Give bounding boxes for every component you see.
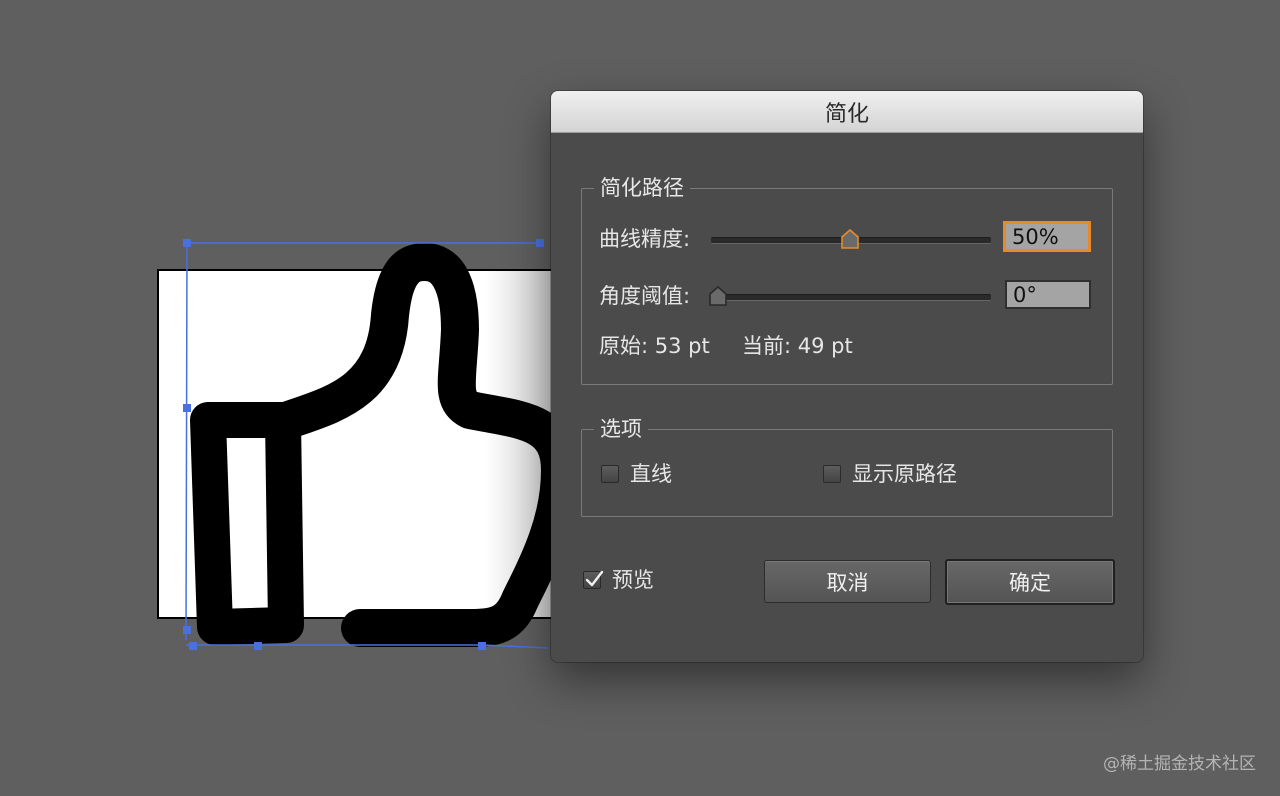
selection-handle (183, 404, 191, 412)
curve-precision-label: 曲线精度: (599, 227, 691, 251)
angle-threshold-slider[interactable] (711, 294, 991, 301)
dialog-title-bar[interactable]: 简化 (551, 91, 1143, 133)
preview-checkbox[interactable] (583, 570, 604, 589)
selection-handle (183, 626, 191, 634)
angle-threshold-field[interactable] (1005, 280, 1091, 309)
cancel-button[interactable]: 取消 (764, 560, 931, 603)
selection-handle (478, 642, 486, 650)
show-original-label[interactable]: 显示原路径 (852, 460, 957, 488)
dialog-title: 简化 (824, 101, 869, 127)
original-point-count: 原始: 53 pt (599, 334, 710, 358)
preview-label[interactable]: 预览 (612, 566, 654, 594)
options-legend: 选项 (594, 415, 648, 443)
watermark: @稀土掘金技术社区 (1103, 754, 1256, 774)
angle-threshold-slider-thumb[interactable] (708, 285, 728, 307)
straight-lines-label[interactable]: 直线 (630, 460, 672, 488)
selection-handle (254, 642, 262, 650)
selection-handle (189, 642, 197, 650)
checkmark-icon (585, 570, 604, 587)
show-original-checkbox[interactable] (823, 465, 841, 483)
simplify-path-legend: 简化路径 (594, 174, 690, 202)
ok-button-label: 确定 (1009, 571, 1051, 595)
ok-button[interactable]: 确定 (945, 559, 1115, 605)
curve-precision-field[interactable] (1004, 222, 1090, 251)
current-point-count: 当前: 49 pt (742, 334, 853, 358)
straight-lines-checkbox[interactable] (601, 465, 619, 483)
cancel-button-label: 取消 (826, 570, 869, 595)
angle-threshold-label: 角度阈值: (599, 284, 691, 308)
selection-handle (536, 239, 544, 247)
curve-precision-slider-thumb[interactable] (840, 228, 860, 250)
selection-handle (183, 239, 191, 247)
simplify-dialog: 简化 简化路径 曲线精度: 角度阈值: 原始: 53 pt 当前: 49 pt … (551, 91, 1143, 662)
